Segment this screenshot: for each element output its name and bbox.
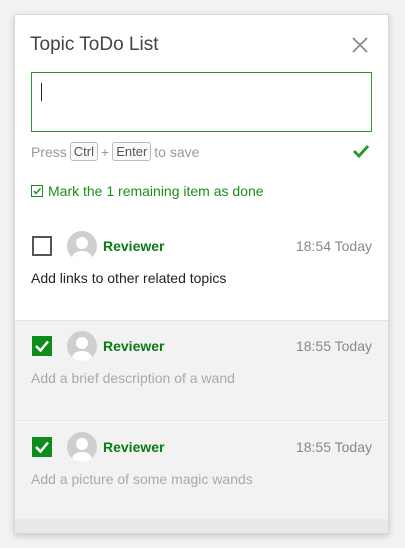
todo-time: 18:54 Today bbox=[295, 238, 372, 254]
mark-all-done-link[interactable]: Mark the 1 remaining item as done bbox=[31, 183, 264, 199]
key-enter: Enter bbox=[112, 142, 152, 161]
todo-author[interactable]: Reviewer bbox=[103, 338, 164, 354]
todo-item: Reviewer 18:55 Today Add a brief descrip… bbox=[15, 321, 388, 421]
todo-author[interactable]: Reviewer bbox=[103, 238, 164, 254]
avatar bbox=[67, 331, 97, 361]
key-ctrl: Ctrl bbox=[69, 142, 99, 161]
avatar bbox=[67, 432, 97, 462]
todo-checkbox[interactable] bbox=[32, 336, 52, 356]
todo-checkbox[interactable] bbox=[32, 437, 52, 457]
todo-text: Add a picture of some magic wands bbox=[31, 471, 253, 487]
avatar bbox=[67, 231, 97, 261]
todo-item: Reviewer 18:55 Today Add a picture of so… bbox=[15, 422, 388, 522]
todo-text: Add links to other related topics bbox=[31, 270, 227, 286]
todo-item: Reviewer 18:54 Today Add links to other … bbox=[15, 221, 388, 321]
panel-header: Topic ToDo List bbox=[30, 33, 374, 61]
panel-title: Topic ToDo List bbox=[30, 34, 159, 55]
mark-all-label: Mark the 1 remaining item as done bbox=[48, 183, 264, 199]
hint-press: Press bbox=[31, 143, 67, 160]
save-hint: Press Ctrl + Enter to save bbox=[31, 142, 199, 161]
todo-text: Add a brief description of a wand bbox=[31, 370, 235, 386]
todo-author[interactable]: Reviewer bbox=[103, 439, 164, 455]
hint-plus: + bbox=[101, 143, 110, 160]
todo-panel: Topic ToDo List Press Ctrl + Enter to sa… bbox=[14, 14, 389, 534]
text-caret bbox=[41, 83, 42, 101]
checkbox-outline-icon bbox=[31, 185, 43, 197]
close-icon[interactable] bbox=[350, 35, 370, 55]
list-bottom-edge bbox=[15, 519, 388, 533]
todo-input[interactable] bbox=[31, 72, 372, 132]
todo-time: 18:55 Today bbox=[295, 439, 372, 455]
todo-time: 18:55 Today bbox=[295, 338, 372, 354]
save-check-icon[interactable] bbox=[352, 143, 370, 159]
hint-to-save: to save bbox=[154, 143, 200, 160]
todo-checkbox[interactable] bbox=[32, 236, 52, 256]
